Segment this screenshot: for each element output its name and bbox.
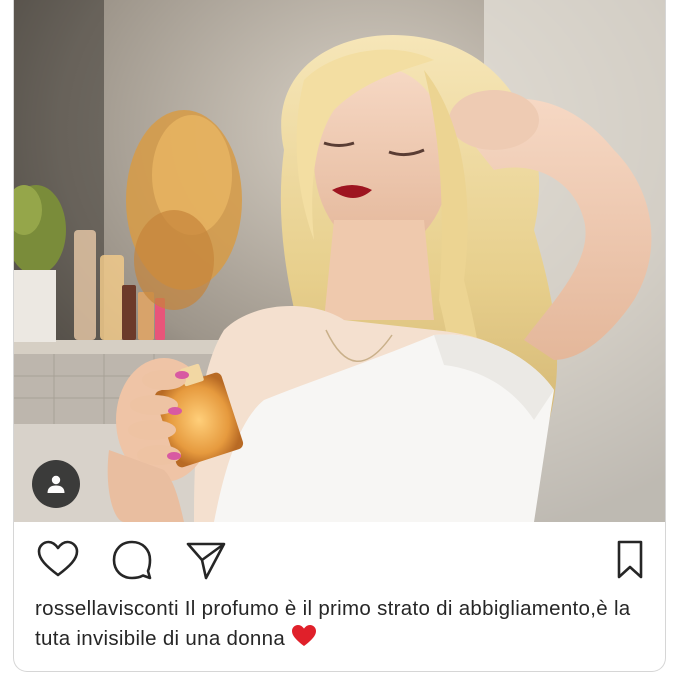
- red-heart-emoji-icon: [292, 625, 317, 646]
- post-photo[interactable]: [14, 0, 665, 522]
- post-caption: rossellavisconti Il profumo è il primo s…: [35, 594, 645, 654]
- paper-plane-icon: [186, 542, 226, 580]
- user-tag-icon: [47, 475, 65, 493]
- comment-button[interactable]: [110, 538, 154, 582]
- post-actions-bar: [14, 522, 665, 592]
- heart-outline-icon: [37, 540, 79, 577]
- share-button[interactable]: [184, 538, 228, 582]
- caption-username[interactable]: rossellavisconti: [35, 597, 179, 620]
- bookmark-icon: [617, 540, 643, 579]
- photo-illustration: [14, 0, 665, 522]
- user-tag-button[interactable]: [32, 460, 80, 508]
- comment-bubble-icon: [112, 540, 152, 580]
- instagram-post-card: rossellavisconti Il profumo è il primo s…: [13, 0, 666, 672]
- save-button[interactable]: [608, 538, 652, 582]
- like-button[interactable]: [36, 538, 80, 582]
